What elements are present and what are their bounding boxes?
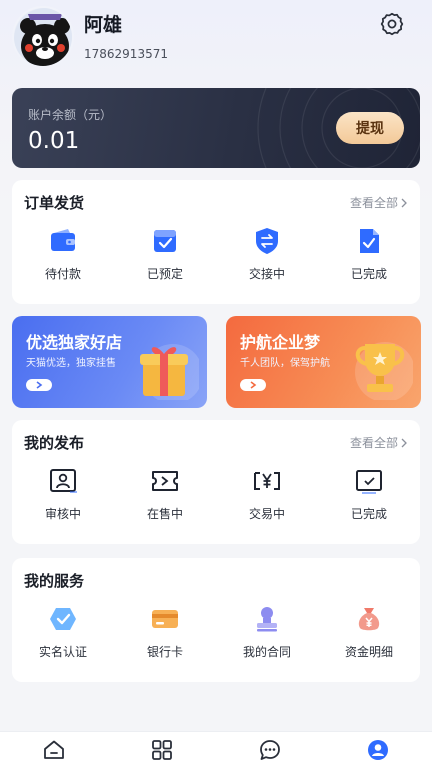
publish-status-label: 已完成 [350,507,387,521]
gift-icon [133,334,203,404]
id-card-icon [48,466,78,496]
chevron-right-icon [401,198,407,207]
nav-home[interactable] [0,732,108,768]
home-icon [44,740,64,759]
order-completed[interactable]: 已完成 [318,226,420,282]
orders-grid: 待付款 已预定 交接中 已完成 [12,226,420,282]
promo-card-enterprise[interactable]: 护航企业梦 千人团队，保驾护航 [226,316,421,408]
chevron-right-icon [401,438,407,447]
service-label: 银行卡 [146,645,183,659]
box-check-icon [150,226,180,256]
yen-box-icon [252,466,282,496]
services-card: 我的服务 实名认证 银行卡 我的合同 资金明细 [12,558,420,682]
balance-card: 账户余额（元） 0.01 提现 [12,88,420,168]
orders-view-all-link[interactable]: 查看全部 [350,194,408,211]
balance-value: 0.01 [28,128,80,154]
publish-grid: 审核中 在售中 交易中 已完成 [12,466,420,522]
grid-icon [152,740,172,760]
publish-on-sale[interactable]: 在售中 [114,466,216,522]
service-real-name-verification[interactable]: 实名认证 [12,604,114,660]
stamp-icon [252,604,282,634]
wallet-icon [48,226,78,256]
document-check-icon [354,226,384,256]
publish-status-label: 在售中 [146,507,183,521]
nav-profile[interactable] [324,732,432,768]
publish-view-all-link[interactable]: 查看全部 [350,434,408,451]
order-status-label: 已完成 [350,267,387,281]
publish-status-label: 交易中 [248,507,285,521]
view-all-label: 查看全部 [349,196,398,210]
publish-completed[interactable]: 已完成 [318,466,420,522]
service-fund-details[interactable]: 资金明细 [318,604,420,660]
publish-card: 我的发布 查看全部 审核中 在售中 交易中 已完成 [12,420,420,544]
arrow-right-icon[interactable] [26,379,52,391]
order-status-label: 待付款 [44,267,81,281]
services-title: 我的服务 [24,572,85,590]
promo-card-shops[interactable]: 优选独家好店 天猫优选，独家挂售 [12,316,207,408]
user-phone: 17862913571 [84,47,168,61]
nav-categories[interactable] [108,732,216,768]
service-label: 资金明细 [344,645,393,659]
orders-card: 订单发货 查看全部 待付款 已预定 交接中 已完成 [12,180,420,304]
profile-header: 阿雄 17862913571 [0,0,432,80]
publish-status-label: 审核中 [44,507,81,521]
publish-title: 我的发布 [24,434,85,452]
trophy-icon [347,334,415,402]
bank-card-icon [150,604,180,634]
order-status-label: 交接中 [248,267,285,281]
nav-messages[interactable] [216,732,324,768]
order-handover[interactable]: 交接中 [216,226,318,282]
service-bank-card[interactable]: 银行卡 [114,604,216,660]
publish-under-review[interactable]: 审核中 [12,466,114,522]
orders-title: 订单发货 [24,194,85,212]
avatar[interactable] [12,6,74,68]
settings-gear-icon[interactable] [377,9,407,39]
service-my-contracts[interactable]: 我的合同 [216,604,318,660]
balance-label: 账户余额（元） [28,108,113,122]
service-label: 我的合同 [242,645,291,659]
promo-subtitle: 千人团队，保驾护航 [240,358,330,369]
publish-trading[interactable]: 交易中 [216,466,318,522]
order-reserved[interactable]: 已预定 [114,226,216,282]
order-pending-payment[interactable]: 待付款 [12,226,114,282]
ticket-icon [150,466,180,496]
user-name: 阿雄 [84,14,123,36]
chat-icon [260,740,280,760]
services-grid: 实名认证 银行卡 我的合同 资金明细 [12,604,420,660]
order-status-label: 已预定 [146,267,183,281]
promo-title: 优选独家好店 [26,333,123,352]
shield-exchange-icon [252,226,282,256]
withdraw-button[interactable]: 提现 [336,112,404,144]
verified-icon [48,604,78,634]
money-bag-icon [354,604,384,634]
promo-subtitle: 天猫优选，独家挂售 [26,358,116,369]
arrow-right-icon[interactable] [240,379,266,391]
promo-title: 护航企业梦 [240,333,321,352]
view-all-label: 查看全部 [349,436,398,450]
service-label: 实名认证 [38,645,87,659]
profile-icon [368,740,388,760]
bottom-navigation [0,731,432,768]
check-box-icon [354,466,384,496]
